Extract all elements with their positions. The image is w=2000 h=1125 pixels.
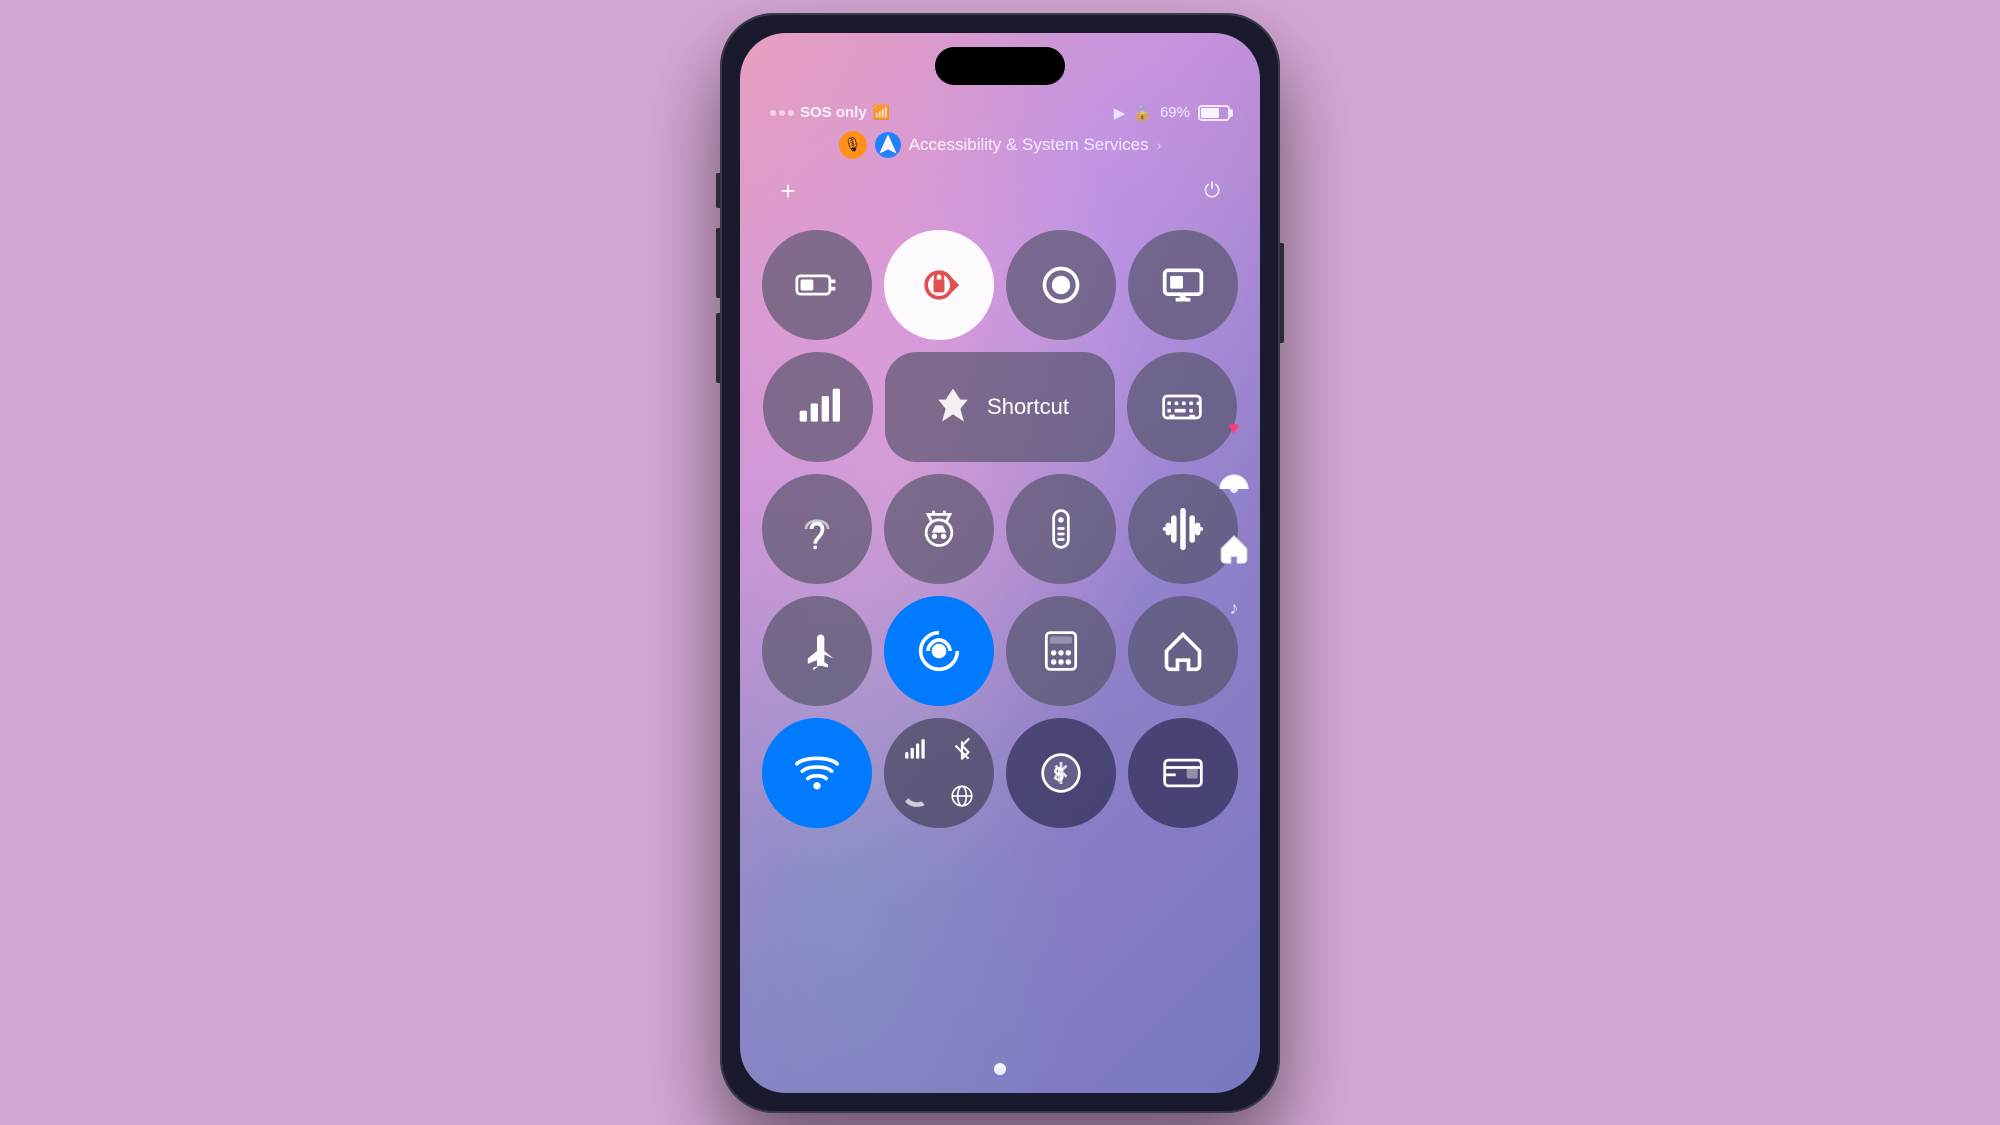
volume-down-button[interactable] [716,313,720,383]
controls-row-4 [760,596,1240,706]
chevron-right-icon: › [1157,137,1162,153]
calculator-button[interactable] [1006,596,1116,706]
network-cluster-button[interactable] [884,718,994,828]
health-icon[interactable]: ♥ [1218,413,1250,445]
wallet-button[interactable] [1128,718,1238,828]
controls-row-5: $ [760,718,1240,828]
driving-focus-button[interactable] [884,474,994,584]
battery-percent: 69% [1160,104,1190,121]
signal-dots [770,110,794,116]
hearing-button[interactable] [762,474,872,584]
battery-bar [1198,105,1230,121]
music-icon[interactable]: ♪ [1218,593,1250,625]
phone-screen: SOS only 📶 ▶ 🔒 69% 🎙 Accessibility & Sys… [740,33,1260,1093]
globe-cluster-icon [949,783,975,809]
volume-up-button[interactable] [716,228,720,298]
airdrop-button[interactable] [884,596,994,706]
controls-row-3 [760,474,1240,584]
status-left: SOS only 📶 [770,104,890,121]
location-status-icon: ▶ [1114,104,1126,122]
mic-icon: 🎙 [839,131,867,159]
accessibility-header[interactable]: 🎙 Accessibility & System Services › [740,123,1260,169]
controls-row-1 [760,230,1240,340]
cellular-button[interactable] [763,352,873,462]
phone-frame: SOS only 📶 ▶ 🔒 69% 🎙 Accessibility & Sys… [720,13,1280,1113]
remote-button[interactable] [1006,474,1116,584]
airplane-mode-button[interactable] [762,596,872,706]
rotate-lock-button[interactable] [884,230,994,340]
location-icon [875,132,901,158]
right-side-icons: ♥ ♪ [1218,413,1250,625]
low-power-button[interactable] [762,230,872,340]
status-right: ▶ 🔒 69% [1114,104,1230,122]
top-bar: + ⏻ [740,169,1260,220]
controls-row-2: Shortcut [760,352,1240,462]
power-side-button[interactable] [1280,243,1284,343]
broadcast-icon[interactable] [1218,473,1250,505]
shortcut-label: Shortcut [987,394,1069,420]
battery-fill [1201,108,1219,118]
mute-button[interactable] [716,173,720,208]
lock-rotation-icon: 🔒 [1133,104,1152,122]
controls-area: Shortcut [740,220,1260,1093]
sos-label: SOS only [800,104,867,121]
bluetooth-cluster-icon [949,737,975,763]
page-indicator [994,1063,1006,1075]
focus-cluster-icon [903,783,929,809]
screen-mirror-button[interactable] [1128,230,1238,340]
wifi-button[interactable] [762,718,872,828]
wifi-status-icon: 📶 [873,104,890,121]
add-control-button[interactable]: + [770,174,806,210]
screen-record-button[interactable] [1006,230,1116,340]
accessibility-title: Accessibility & System Services [909,135,1149,155]
home-small-icon[interactable] [1218,533,1250,565]
shortcut-button[interactable]: Shortcut [885,352,1115,462]
cash-app-button[interactable]: $ [1006,718,1116,828]
power-button[interactable]: ⏻ [1194,174,1230,210]
dynamic-island [935,47,1065,85]
signal-cluster-icon [903,737,929,763]
